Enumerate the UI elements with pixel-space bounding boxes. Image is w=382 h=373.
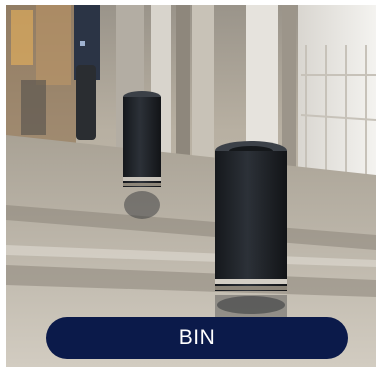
label-text: BIN [178, 326, 216, 349]
label-pill: BIN [46, 317, 348, 359]
image-card: BIN [6, 5, 376, 367]
trash-bin-photo [6, 5, 376, 367]
